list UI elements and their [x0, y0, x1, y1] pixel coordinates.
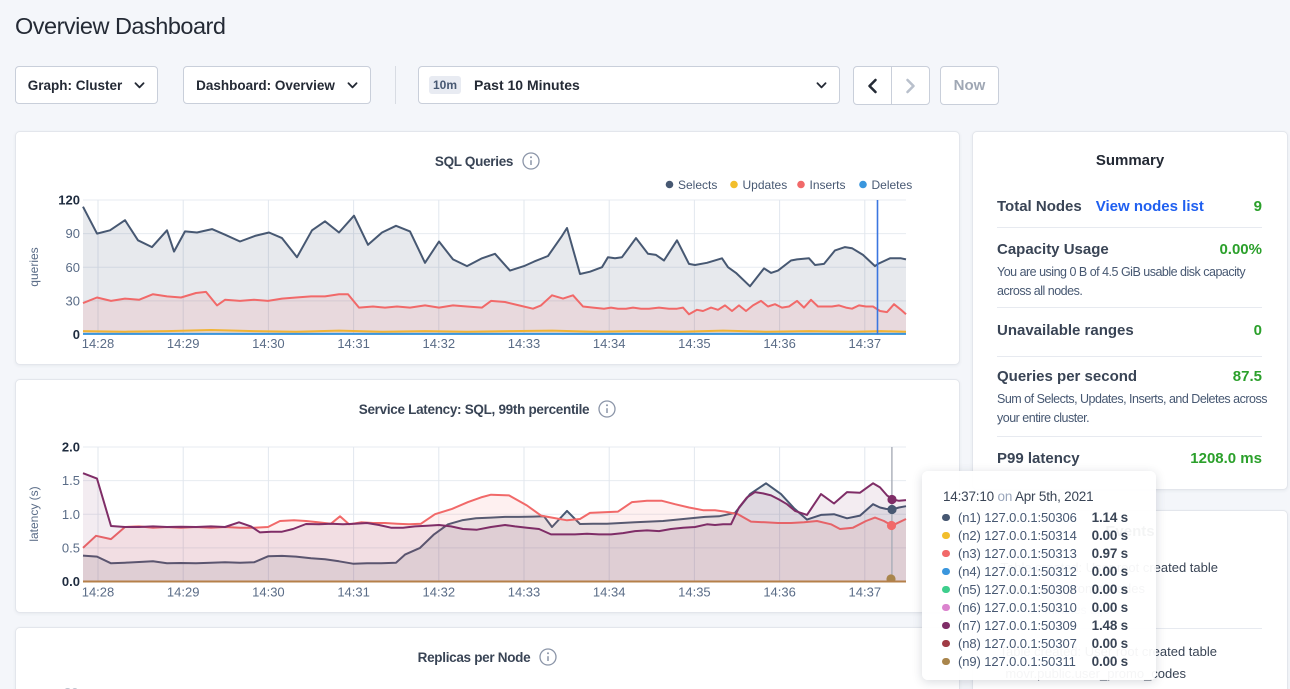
svg-text:Selects: Selects: [678, 178, 717, 192]
svg-text:14:37: 14:37: [849, 336, 882, 351]
svg-text:14:28: 14:28: [82, 336, 115, 351]
svg-text:0: 0: [73, 327, 80, 342]
svg-text:14:36: 14:36: [763, 585, 796, 600]
svg-text:90: 90: [66, 226, 80, 241]
svg-text:14:28: 14:28: [82, 585, 115, 600]
svg-text:14:35: 14:35: [678, 336, 711, 351]
svg-text:Inserts: Inserts: [810, 178, 846, 192]
svg-text:14:32: 14:32: [423, 336, 456, 351]
svg-text:14:36: 14:36: [763, 336, 796, 351]
svg-text:120: 120: [58, 193, 80, 208]
svg-text:1.5: 1.5: [62, 473, 80, 488]
svg-text:0.0: 0.0: [62, 574, 80, 589]
svg-text:14:35: 14:35: [678, 585, 711, 600]
svg-text:2.0: 2.0: [62, 440, 80, 455]
svg-text:latency (s): latency (s): [27, 486, 41, 541]
svg-text:14:33: 14:33: [508, 336, 541, 351]
svg-text:14:29: 14:29: [167, 336, 200, 351]
svg-text:14:30: 14:30: [252, 336, 285, 351]
svg-text:queries: queries: [27, 247, 41, 286]
svg-text:Updates: Updates: [743, 178, 788, 192]
svg-text:0.5: 0.5: [62, 540, 80, 555]
svg-text:1.0: 1.0: [62, 507, 80, 522]
svg-text:14:29: 14:29: [167, 585, 200, 600]
svg-text:14:31: 14:31: [337, 336, 370, 351]
svg-text:14:32: 14:32: [423, 585, 456, 600]
svg-text:60: 60: [66, 260, 80, 275]
svg-text:14:37: 14:37: [849, 585, 882, 600]
svg-text:Deletes: Deletes: [872, 178, 913, 192]
svg-text:14:30: 14:30: [252, 585, 285, 600]
svg-text:14:34: 14:34: [593, 585, 626, 600]
svg-text:30: 30: [66, 293, 80, 308]
svg-text:14:34: 14:34: [593, 336, 626, 351]
svg-text:14:31: 14:31: [337, 585, 370, 600]
svg-text:14:33: 14:33: [508, 585, 541, 600]
